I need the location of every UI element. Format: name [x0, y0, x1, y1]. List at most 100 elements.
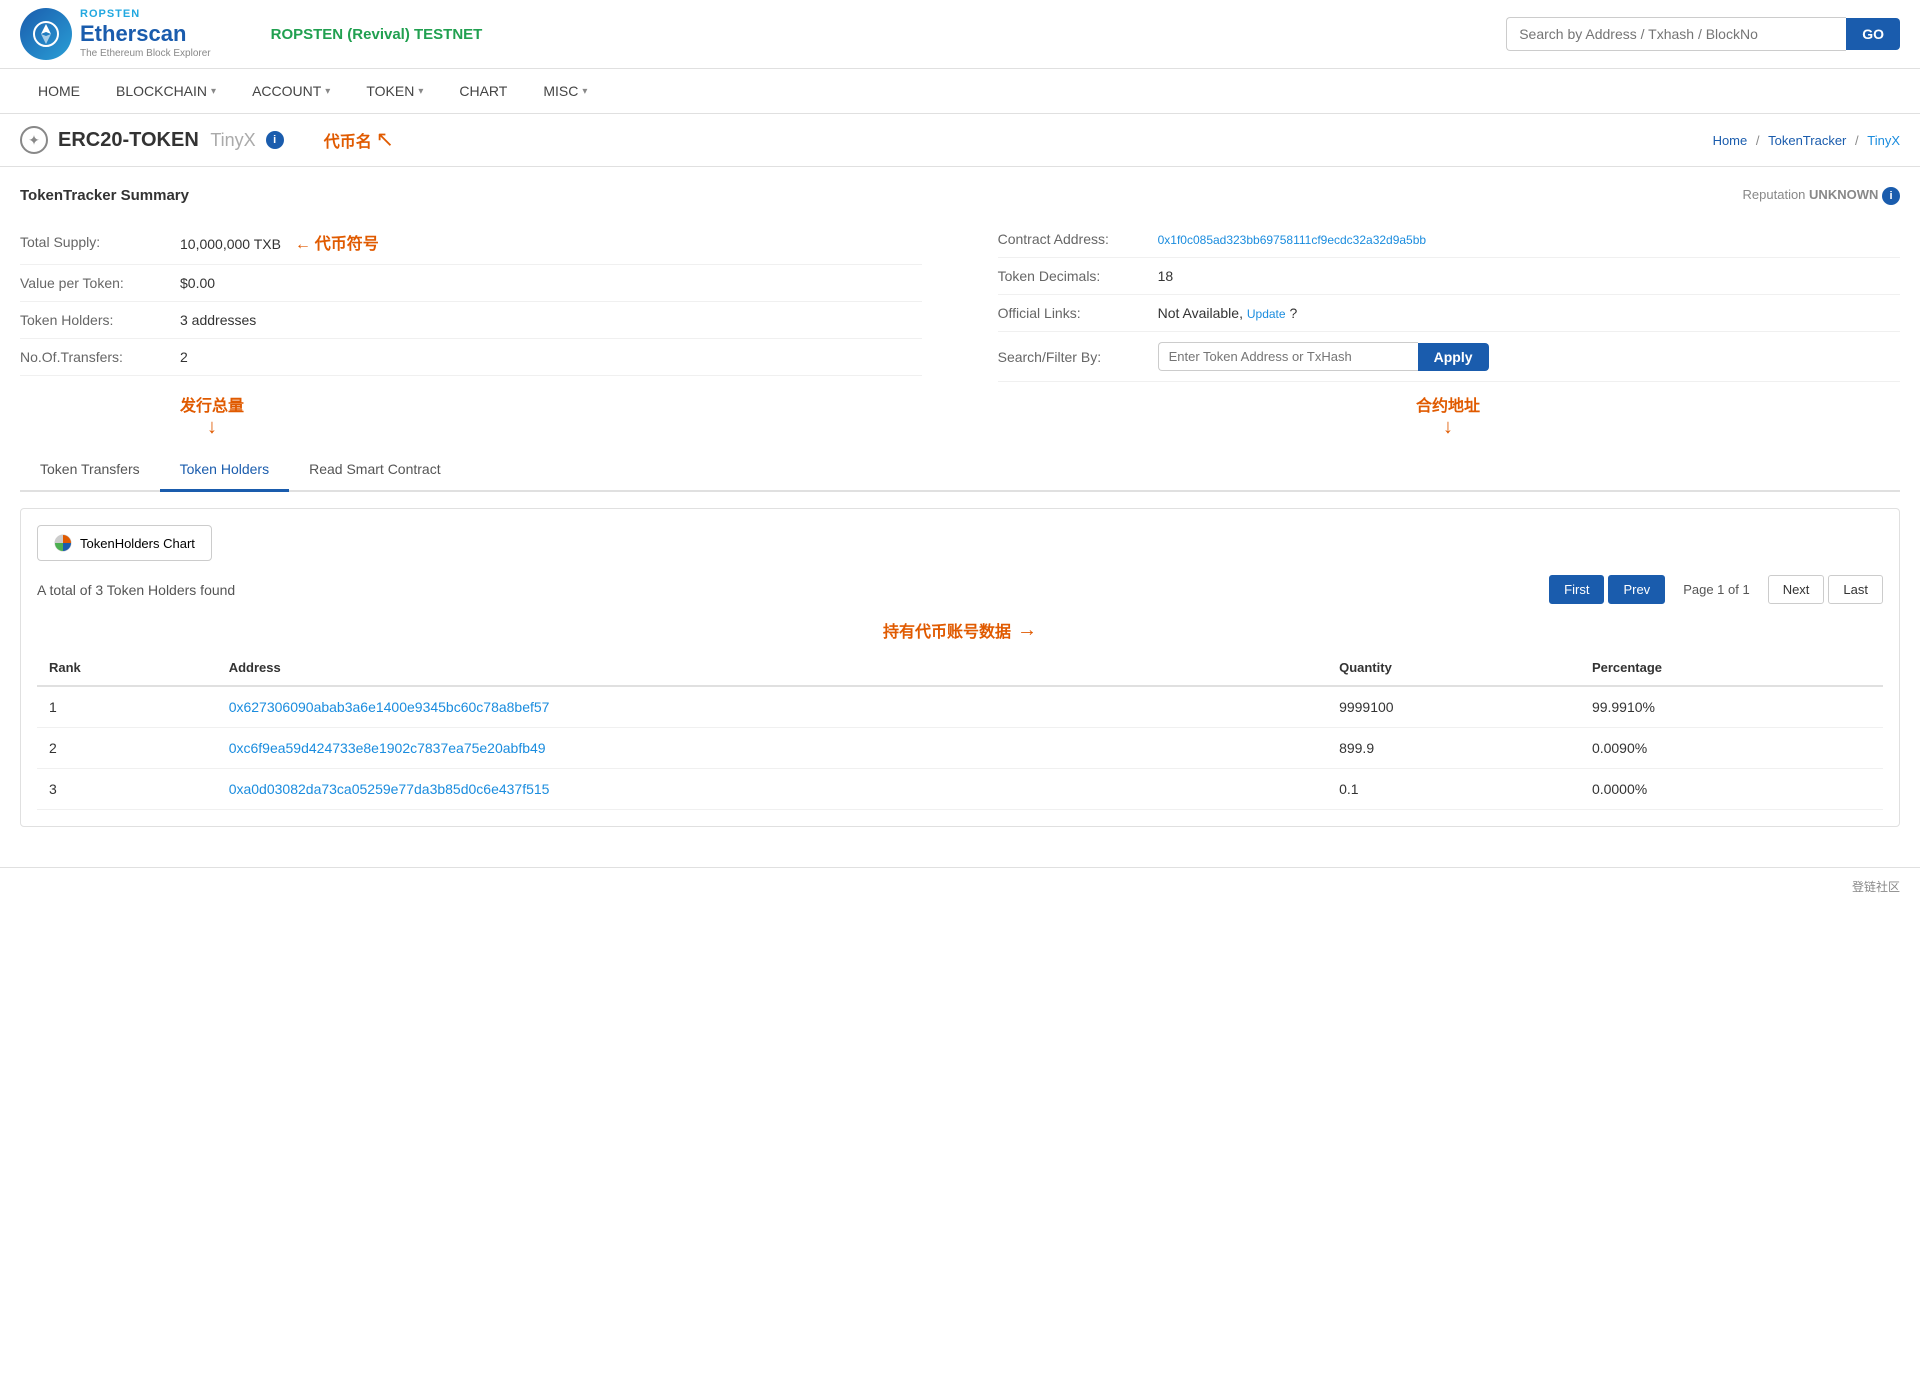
cell-percentage-0: 99.9910%	[1580, 686, 1883, 728]
annotation-total-supply-label: 发行总量	[180, 392, 244, 416]
token-holders-row: Token Holders: 3 addresses	[20, 302, 922, 339]
table-section: TokenHolders Chart A total of 3 Token Ho…	[20, 508, 1900, 827]
breadcrumb-bar: ✦ ERC20-TOKEN TinyX i 代币名 ↙ Home / Token…	[0, 114, 1920, 167]
pagination: First Prev Page 1 of 1 Next Last	[1549, 575, 1883, 604]
annotation-total-supply: 发行总量 ↓	[180, 392, 244, 439]
annotation-holder-data-label: 持有代币账号数据	[883, 618, 1011, 642]
contract-address-link[interactable]: 0x1f0c085ad323bb69758111cf9ecdc32a32d9a5…	[1158, 233, 1426, 247]
cell-rank-0: 1	[37, 686, 217, 728]
official-links-row: Official Links: Not Available, Update ?	[998, 295, 1900, 332]
address-link-1[interactable]: 0xc6f9ea59d424733e8e1902c7837ea75e20abfb…	[229, 740, 546, 756]
token-holders-table: Rank Address Quantity Percentage 1 0x627…	[37, 650, 1883, 810]
page-title: ERC20-TOKEN TinyX	[58, 129, 256, 152]
breadcrumb: Home / TokenTracker / TinyX	[1713, 133, 1900, 148]
breadcrumb-current[interactable]: TinyX	[1867, 133, 1900, 148]
footer-note: 登链社区	[0, 867, 1920, 905]
breadcrumb-home[interactable]: Home	[1713, 133, 1748, 148]
pagination-first[interactable]: First	[1549, 575, 1604, 604]
token-decimals-value: 18	[1158, 268, 1174, 284]
chevron-down-icon: ▾	[582, 86, 587, 97]
pagination-page-info: Page 1 of 1	[1669, 576, 1764, 603]
value-per-token-value: $0.00	[180, 275, 215, 291]
no-transfers-value: 2	[180, 349, 188, 365]
logo-ropsten: ROPSTEN	[80, 8, 211, 21]
arrow-right-holder: →	[1017, 619, 1037, 642]
token-holders-value: 3 addresses	[180, 312, 256, 328]
nav-home[interactable]: HOME	[20, 69, 98, 113]
col-address: Address	[217, 650, 1327, 686]
annotation-holder-data: 持有代币账号数据 →	[37, 618, 1883, 642]
col-quantity: Quantity	[1327, 650, 1580, 686]
logo-tagline: The Ethereum Block Explorer	[80, 48, 211, 60]
chart-btn-label: TokenHolders Chart	[80, 536, 195, 551]
annotation-contract-label: 合约地址	[1416, 392, 1480, 416]
cell-rank-2: 3	[37, 769, 217, 810]
nav-misc[interactable]: MISC ▾	[525, 69, 605, 113]
search-button[interactable]: GO	[1846, 18, 1900, 50]
address-link-0[interactable]: 0x627306090abab3a6e1400e9345bc60c78a8bef…	[229, 699, 550, 715]
contract-address-label: Contract Address:	[998, 231, 1158, 247]
tab-read-smart-contract[interactable]: Read Smart Contract	[289, 449, 461, 492]
cell-percentage-2: 0.0000%	[1580, 769, 1883, 810]
info-icon[interactable]: i	[266, 131, 284, 149]
logo-etherscan: Etherscan	[80, 21, 211, 47]
table-header-row: Rank Address Quantity Percentage	[37, 650, 1883, 686]
tab-token-holders[interactable]: Token Holders	[160, 449, 290, 492]
value-per-token-row: Value per Token: $0.00	[20, 265, 922, 302]
nav-account[interactable]: ACCOUNT ▾	[234, 69, 348, 113]
pagination-next[interactable]: Next	[1768, 575, 1825, 604]
nav-token[interactable]: TOKEN ▾	[348, 69, 441, 113]
table-row: 1 0x627306090abab3a6e1400e9345bc60c78a8b…	[37, 686, 1883, 728]
filter-input[interactable]	[1158, 342, 1418, 371]
annotation-coin-name: 代币名	[324, 128, 372, 152]
no-transfers-label: No.Of.Transfers:	[20, 349, 180, 365]
filter-row: Apply	[1158, 342, 1489, 371]
tab-token-transfers[interactable]: Token Transfers	[20, 449, 160, 492]
search-input[interactable]	[1506, 17, 1846, 51]
cell-quantity-2: 0.1	[1327, 769, 1580, 810]
nav-blockchain[interactable]: BLOCKCHAIN ▾	[98, 69, 234, 113]
main-content: TokenTracker Summary Total Supply: 10,00…	[0, 167, 1920, 847]
total-supply-value: 10,000,000 TXB ← 代币符号	[180, 230, 379, 254]
apply-button[interactable]: Apply	[1418, 343, 1489, 371]
address-link-2[interactable]: 0xa0d03082da73ca05259e77da3b85d0c6e437f5…	[229, 781, 550, 797]
main-nav: HOME BLOCKCHAIN ▾ ACCOUNT ▾ TOKEN ▾ CHAR…	[0, 69, 1920, 114]
page-title-area: ✦ ERC20-TOKEN TinyX i 代币名 ↙	[20, 126, 394, 154]
pagination-prev[interactable]: Prev	[1608, 575, 1665, 604]
cell-address-2: 0xa0d03082da73ca05259e77da3b85d0c6e437f5…	[217, 769, 1327, 810]
result-count: A total of 3 Token Holders found	[37, 582, 235, 598]
network-badge: ROPSTEN (Revival) TESTNET	[271, 26, 483, 43]
cell-percentage-1: 0.0090%	[1580, 728, 1883, 769]
logo-icon	[20, 8, 72, 60]
reputation-info-icon[interactable]: i	[1882, 187, 1900, 205]
search-area: GO	[1506, 17, 1900, 51]
cell-rank-1: 2	[37, 728, 217, 769]
cell-address-1: 0xc6f9ea59d424733e8e1902c7837ea75e20abfb…	[217, 728, 1327, 769]
annotation-coin-symbol: 代币符号	[315, 230, 379, 254]
annotation-arrow-symbol: ←	[295, 236, 311, 253]
table-row: 3 0xa0d03082da73ca05259e77da3b85d0c6e437…	[37, 769, 1883, 810]
breadcrumb-tokentracker[interactable]: TokenTracker	[1768, 133, 1846, 148]
official-links-value: Not Available, Update ?	[1158, 305, 1298, 321]
arrow-down-supply: ↓	[207, 416, 217, 439]
summary-left: TokenTracker Summary Total Supply: 10,00…	[20, 187, 922, 382]
tokenholder-chart-button[interactable]: TokenHolders Chart	[37, 525, 212, 561]
official-links-update[interactable]: Update	[1247, 307, 1286, 321]
value-per-token-label: Value per Token:	[20, 275, 180, 291]
summary-right: Reputation UNKNOWN i Contract Address: 0…	[998, 187, 1900, 382]
search-filter-row: Search/Filter By: Apply	[998, 332, 1900, 382]
chevron-down-icon: ▾	[325, 86, 330, 97]
annotation-contract: 合约地址 ↓	[1416, 392, 1480, 439]
official-links-label: Official Links:	[998, 305, 1158, 321]
pagination-last[interactable]: Last	[1828, 575, 1883, 604]
token-icon: ✦	[20, 126, 48, 154]
total-supply-label: Total Supply:	[20, 234, 180, 250]
search-filter-label: Search/Filter By:	[998, 349, 1158, 365]
summary-title: TokenTracker Summary	[20, 187, 922, 204]
nav-chart[interactable]: CHART	[441, 69, 525, 113]
col-rank: Rank	[37, 650, 217, 686]
token-decimals-label: Token Decimals:	[998, 268, 1158, 284]
logo-area: ROPSTEN Etherscan The Ethereum Block Exp…	[20, 8, 211, 60]
contract-address-value: 0x1f0c085ad323bb69758111cf9ecdc32a32d9a5…	[1158, 231, 1426, 247]
total-supply-row: Total Supply: 10,000,000 TXB ← 代币符号	[20, 220, 922, 265]
